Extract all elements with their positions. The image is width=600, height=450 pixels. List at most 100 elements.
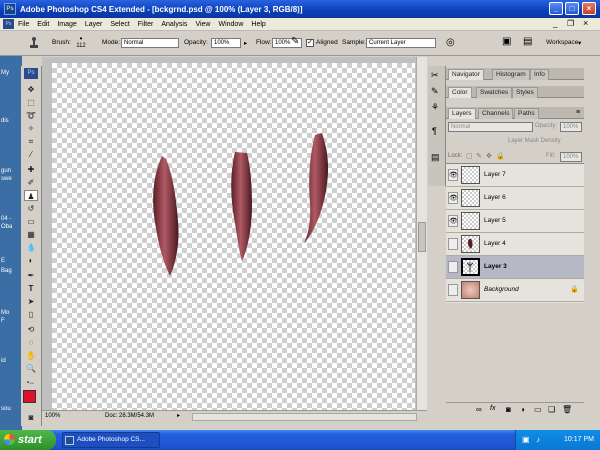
airbrush-icon[interactable]: ✎	[291, 36, 299, 47]
healing-brush-tool-icon[interactable]: ✚	[24, 164, 38, 175]
tool-presets-icon[interactable]: ✂	[431, 70, 439, 81]
start-button[interactable]: start	[0, 430, 56, 450]
network-icon[interactable]: ▣	[522, 435, 530, 444]
menu-view[interactable]: View	[195, 21, 210, 28]
vertical-scrollbar[interactable]	[416, 57, 427, 410]
new-layer-icon[interactable]: ❏	[548, 405, 555, 414]
crop-tool-icon[interactable]: ⌗	[24, 136, 38, 147]
shape-tool-icon[interactable]: ▯	[24, 309, 38, 320]
minimize-button[interactable]: _	[549, 2, 563, 15]
menu-select[interactable]: Select	[110, 21, 129, 28]
horizontal-scrollbar[interactable]	[192, 413, 417, 421]
panel-menu-icon[interactable]: ≡	[576, 109, 580, 116]
visibility-eye-icon[interactable]: 👁	[448, 215, 458, 227]
fill-input[interactable]: 100%	[560, 152, 582, 162]
visibility-toggle[interactable]	[448, 238, 458, 250]
zoom-level[interactable]: 100%	[45, 413, 60, 419]
sample-select[interactable]: Current Layer	[366, 38, 436, 48]
mode-select[interactable]: Normal	[121, 38, 179, 48]
menu-analysis[interactable]: Analysis	[161, 21, 187, 28]
doc-restore-button[interactable]: ❐	[567, 19, 574, 28]
clone-source-icon[interactable]: ⚘	[431, 102, 439, 113]
adjustment-icon[interactable]: ◑	[520, 405, 525, 414]
visibility-eye-icon[interactable]: 👁	[448, 192, 458, 204]
lock-transparency-icon[interactable]: ▢	[466, 152, 473, 160]
tab-layers[interactable]: Layers	[448, 108, 476, 119]
chevron-down-icon[interactable]: ▾	[578, 39, 581, 47]
link-icon[interactable]: ∞	[476, 405, 482, 414]
brushes-icon[interactable]: ✎	[431, 86, 439, 97]
3d-rotate-tool-icon[interactable]: ⟲	[24, 324, 38, 335]
move-tool-icon[interactable]: ✥	[24, 84, 38, 95]
notes-icon[interactable]: ▤	[431, 152, 440, 163]
menu-filter[interactable]: Filter	[138, 21, 154, 28]
layer-row[interactable]: 👁 Layer 6	[446, 187, 584, 210]
brush-tool-icon[interactable]: ✐	[24, 177, 38, 188]
aligned-checkbox[interactable]: ✓	[306, 39, 314, 47]
brush-preset-picker[interactable]: • 112	[74, 35, 88, 51]
blend-mode-select[interactable]: Normal	[448, 122, 533, 132]
path-selection-tool-icon[interactable]: ➤	[24, 296, 38, 307]
menu-file[interactable]: File	[18, 21, 29, 28]
tab-histogram[interactable]: Histogram	[492, 69, 530, 80]
tab-color[interactable]: Color	[448, 87, 472, 98]
maximize-button[interactable]: □	[565, 2, 579, 15]
menu-help[interactable]: Help	[251, 21, 265, 28]
lasso-tool-icon[interactable]: ➰	[24, 110, 38, 121]
foreground-color-swatch[interactable]	[23, 390, 36, 403]
eraser-tool-icon[interactable]: ▭	[24, 216, 38, 227]
menu-edit[interactable]: Edit	[37, 21, 49, 28]
blur-tool-icon[interactable]: 💧	[24, 242, 38, 253]
menu-image[interactable]: Image	[57, 21, 76, 28]
ignore-adjustment-icon[interactable]: ◎	[446, 37, 455, 48]
tab-swatches[interactable]: Swatches	[476, 87, 513, 98]
bridge-icon[interactable]: ▣	[502, 36, 511, 47]
quick-mask-icon[interactable]: ◙	[24, 412, 38, 423]
mask-icon[interactable]: ◙	[506, 405, 511, 414]
layer-row-selected[interactable]: Layer 3	[446, 256, 584, 279]
canvas[interactable]	[52, 63, 415, 410]
tab-paths[interactable]: Paths	[514, 108, 539, 119]
pen-tool-icon[interactable]: ✒	[24, 270, 38, 281]
doc-minimize-button[interactable]: _	[553, 19, 557, 28]
folder-icon[interactable]: ▭	[534, 405, 542, 414]
screen-mode-icon[interactable]: ▤	[523, 36, 532, 47]
fx-icon[interactable]: fx	[490, 405, 495, 412]
clone-stamp-tool-icon[interactable]	[28, 37, 40, 49]
paragraph-icon[interactable]: ¶	[432, 126, 437, 136]
lock-position-icon[interactable]: ✥	[486, 152, 492, 160]
menu-window[interactable]: Window	[218, 21, 243, 28]
zoom-tool-icon[interactable]: 🔍	[24, 363, 38, 374]
gradient-tool-icon[interactable]: ▦	[24, 229, 38, 240]
opacity-arrow-icon[interactable]: ▸	[244, 39, 247, 47]
doc-close-button[interactable]: ×	[583, 18, 588, 28]
layer-row[interactable]: Layer 4	[446, 233, 584, 256]
quick-select-tool-icon[interactable]: ✧	[24, 123, 38, 134]
clone-stamp-tool-icon[interactable]: ♟	[24, 190, 38, 201]
workspace-switcher[interactable]: Workspace	[546, 39, 578, 46]
tab-info[interactable]: Info	[530, 69, 549, 80]
layer-row[interactable]: 👁 Layer 5	[446, 210, 584, 233]
tab-styles[interactable]: Styles	[512, 87, 538, 98]
history-brush-tool-icon[interactable]: ↺	[24, 203, 38, 214]
eyedropper-tool-icon[interactable]: ⁄	[24, 149, 38, 160]
layer-row[interactable]: Background 🔒	[446, 279, 584, 302]
default-colors-icon[interactable]: ▪↔	[24, 378, 38, 389]
volume-icon[interactable]: ♪	[536, 435, 540, 444]
tab-navigator[interactable]: Navigator	[448, 69, 484, 80]
visibility-toggle[interactable]	[448, 284, 458, 296]
lock-all-icon[interactable]: 🔒	[496, 152, 505, 160]
close-button[interactable]: ×	[582, 2, 596, 15]
3d-orbit-tool-icon[interactable]: ◌	[24, 337, 38, 348]
taskbar-item-photoshop[interactable]: Adobe Photoshop CS...	[62, 432, 160, 448]
lock-pixels-icon[interactable]: ✎	[476, 152, 482, 160]
trash-icon[interactable]: 🗑	[562, 405, 572, 414]
layer-row[interactable]: 👁 Layer 7	[446, 164, 584, 187]
marquee-tool-icon[interactable]: ⬚	[24, 97, 38, 108]
scrollbar-thumb[interactable]	[418, 222, 426, 252]
dodge-tool-icon[interactable]: ◐	[24, 255, 38, 266]
tab-channels[interactable]: Channels	[478, 108, 514, 119]
opacity-input[interactable]: 100%	[211, 38, 241, 48]
layer-opacity-input[interactable]: 100%	[560, 122, 582, 132]
status-arrow-icon[interactable]: ▸	[177, 412, 180, 419]
